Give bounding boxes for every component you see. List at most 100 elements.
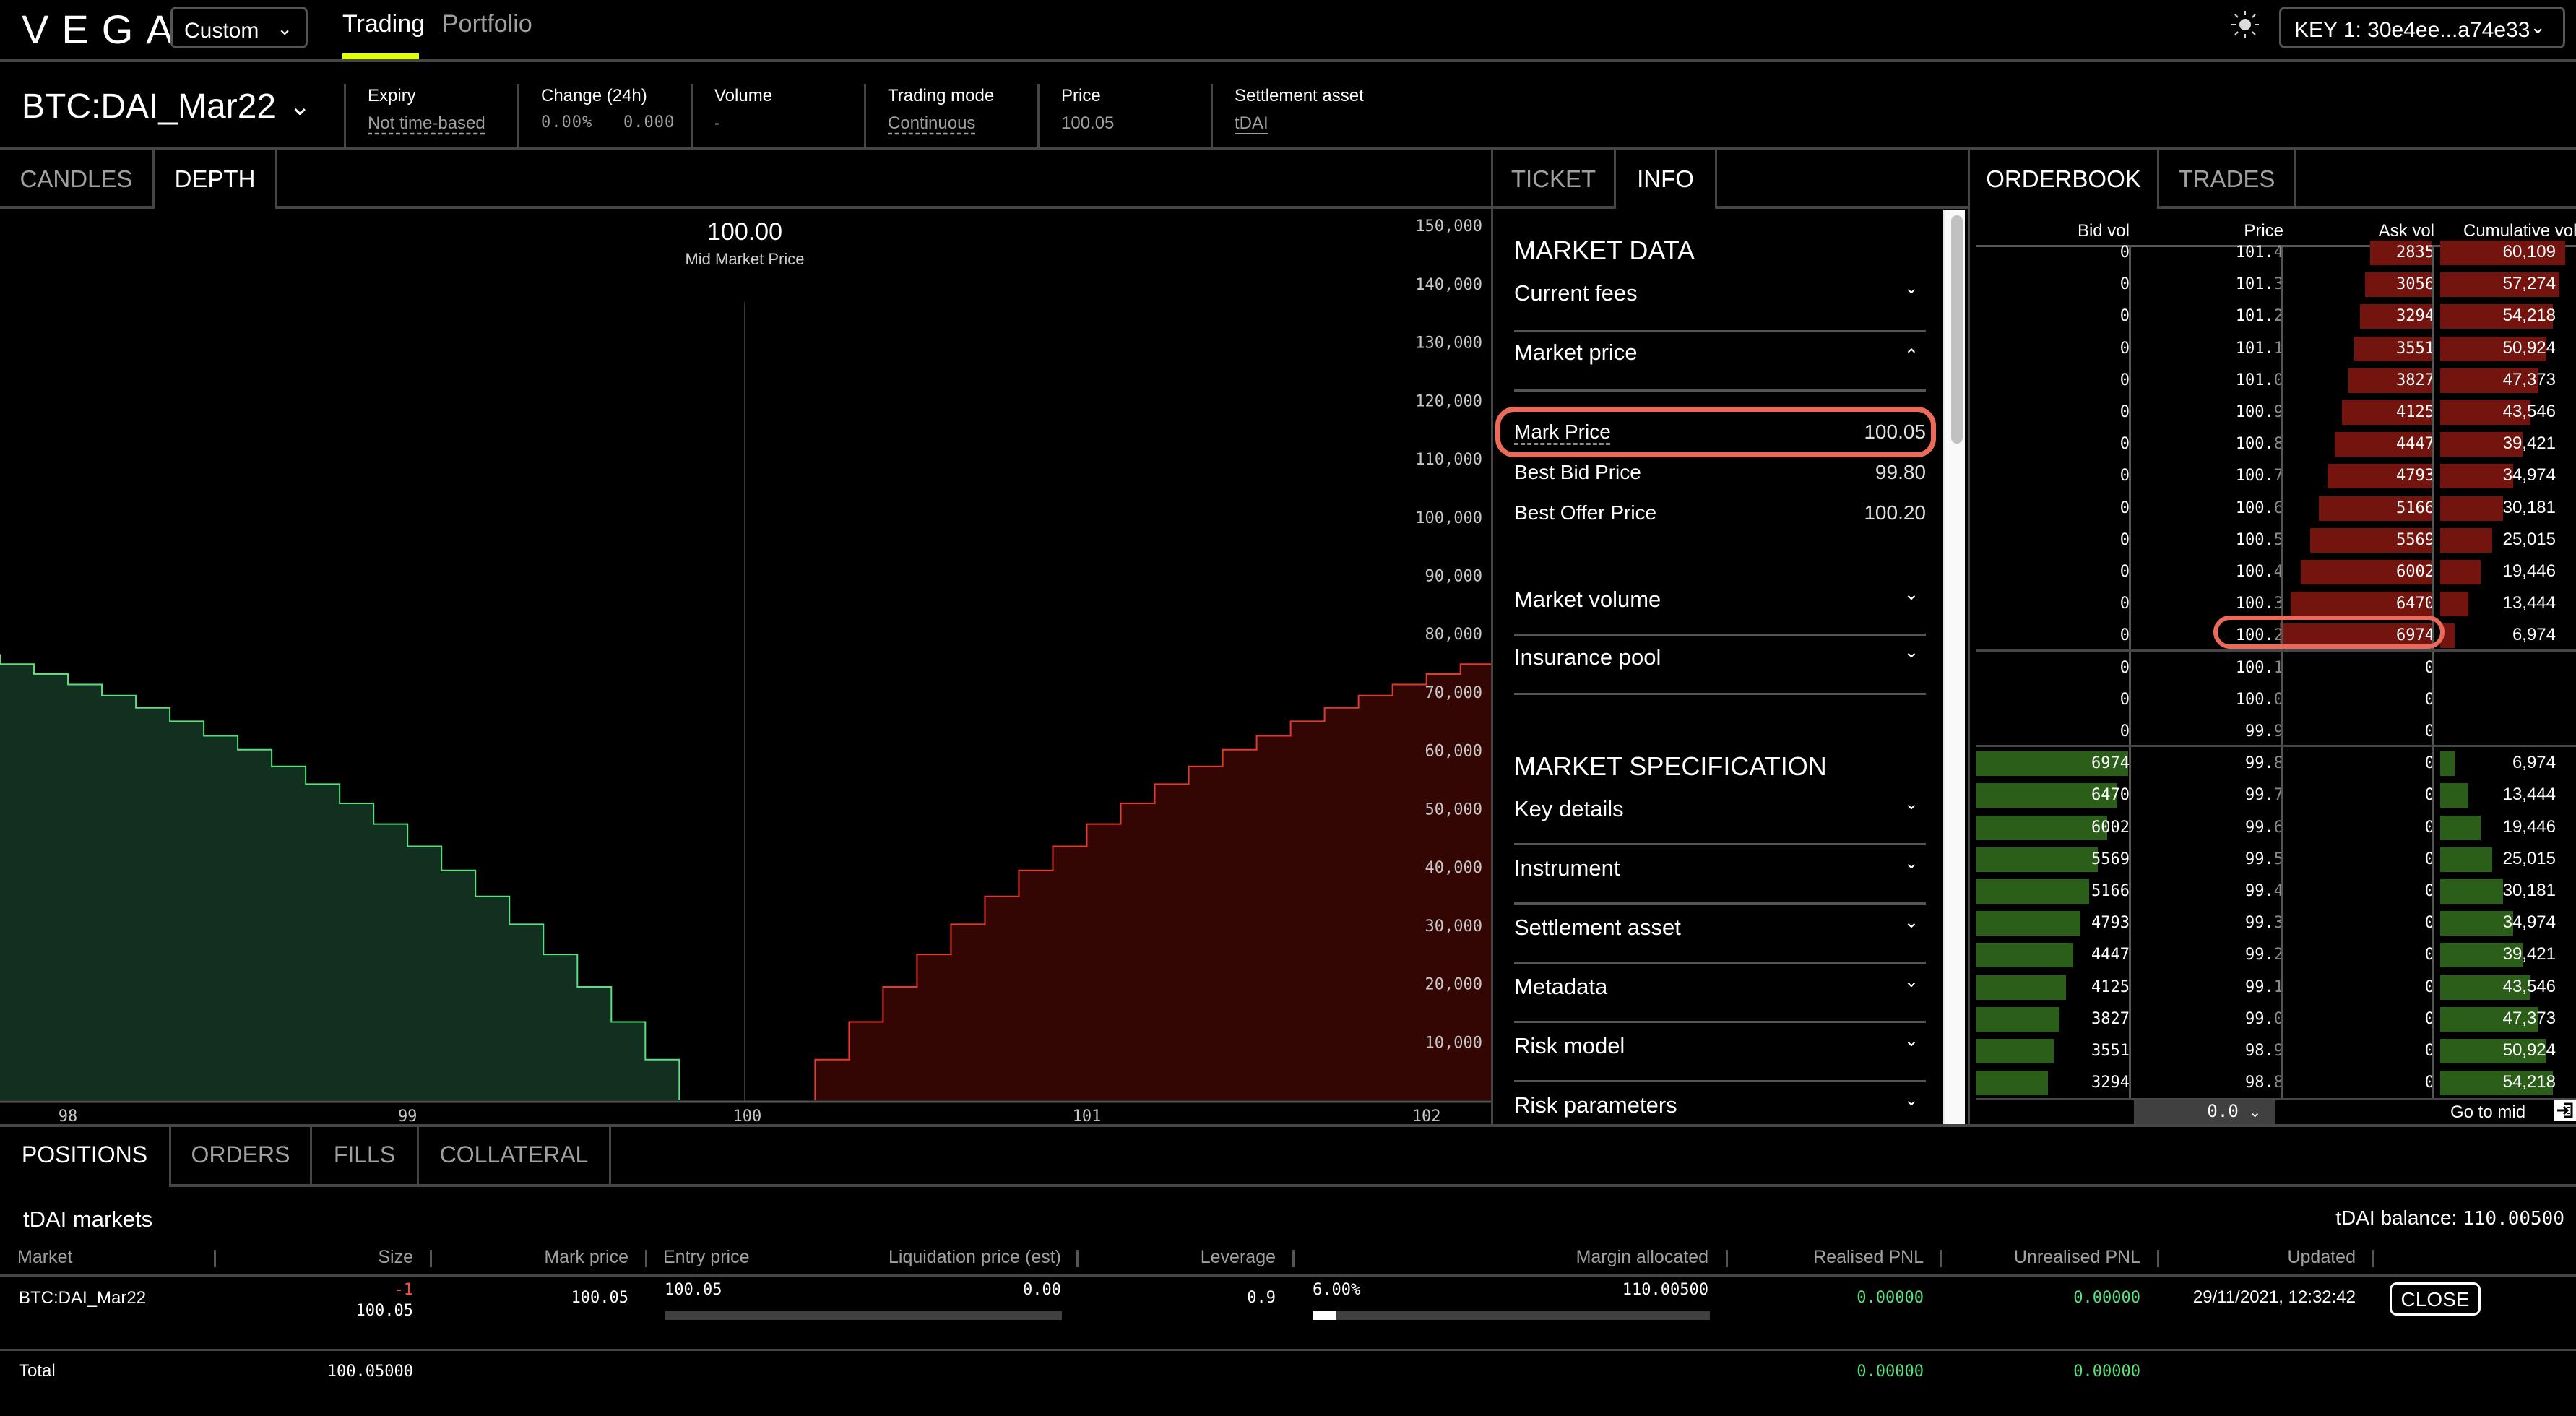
col-header-updated[interactable]: Updated [2287, 1247, 2356, 1268]
col-header-unrealised-pnl[interactable]: Unrealised PNL [2014, 1247, 2140, 1268]
tab-collateral[interactable]: COLLATERAL [419, 1127, 611, 1186]
tab-orderbook[interactable]: ORDERBOOK [1970, 150, 2159, 209]
tab-trades[interactable]: TRADES [2159, 150, 2296, 209]
column-resize-handle[interactable] [430, 1250, 432, 1267]
orderbook-row[interactable]: 0 100.5 5569 25,015 [1976, 527, 2576, 558]
orderbook-row[interactable]: 0 100.7 4793 34,974 [1976, 462, 2576, 494]
tab-orders[interactable]: ORDERS [169, 1127, 312, 1186]
ask-volume: 4447 [2396, 435, 2434, 454]
stat-value[interactable]: Continuous [888, 113, 1037, 134]
orderbook-row[interactable]: 0 100.6 5166 30,181 [1976, 495, 2576, 527]
accordion-settlement-asset[interactable]: Settlement asset ⌄ [1514, 905, 1926, 964]
info-scrollbar[interactable] [1943, 210, 1965, 1124]
column-resize-handle[interactable] [1292, 1250, 1295, 1267]
orderbook-row[interactable]: 0 101.0 3827 47,373 [1976, 367, 2576, 399]
y-tick-label: 50,000 [1425, 800, 1482, 819]
column-resize-handle[interactable] [214, 1250, 216, 1267]
nav-link-trading[interactable]: Trading [342, 10, 425, 38]
network-select[interactable]: Custom ⌄ [170, 7, 308, 48]
orderbook-row[interactable]: 0 100.0 0 [1976, 686, 2576, 718]
column-resize-handle[interactable] [2157, 1250, 2159, 1267]
accordion-instrument[interactable]: Instrument ⌄ [1514, 845, 1926, 905]
accordion-current-fees[interactable]: Current fees ⌄ [1514, 273, 1926, 332]
price-level: 99.5 [2245, 850, 2283, 868]
column-resize-handle[interactable] [1076, 1250, 1079, 1267]
orderbook-row[interactable]: 5166 99.4 0 30,181 [1976, 878, 2576, 910]
accordion-risk-parameters[interactable]: Risk parameters ⌄ [1514, 1082, 1926, 1124]
tab-fills[interactable]: FILLS [312, 1127, 419, 1186]
column-resize-handle[interactable] [645, 1250, 647, 1267]
col-header-liquidation-price[interactable]: Liquidation price (est) [889, 1247, 1061, 1268]
tab-candles[interactable]: CANDLES [0, 150, 155, 209]
orderbook-row[interactable]: 6974 99.8 0 6,974 [1976, 750, 2576, 782]
column-resize-handle[interactable] [1940, 1250, 1942, 1267]
ask-volume: 3827 [2396, 371, 2434, 389]
orderbook-row[interactable]: 0 101.4 2835 60,109 [1976, 239, 2576, 271]
orderbook-row[interactable]: 4447 99.2 0 39,421 [1976, 941, 2576, 973]
cumulative-volume: 43,546 [2502, 402, 2556, 421]
cumulative-volume: 19,446 [2502, 816, 2556, 837]
col-header-entry-price[interactable]: Entry price [663, 1247, 749, 1268]
column-resize-handle[interactable] [2372, 1250, 2374, 1267]
accordion-market-volume[interactable]: Market volume ⌄ [1514, 577, 1926, 636]
stat-value[interactable]: tDAI [1235, 113, 1427, 134]
total-realised-pnl: 0.00000 [1857, 1363, 1924, 1381]
orderbook-row[interactable]: 0 101.3 3056 57,274 [1976, 271, 2576, 303]
chevron-down-icon: ⌄ [2530, 16, 2546, 38]
go-to-mid-icon[interactable] [2554, 1100, 2576, 1121]
sun-icon[interactable] [2231, 10, 2260, 39]
tab-positions[interactable]: POSITIONS [0, 1127, 169, 1186]
orderbook-row[interactable]: 0 100.4 6002 19,446 [1976, 558, 2576, 590]
go-to-mid-button[interactable]: Go to mid [2450, 1102, 2525, 1123]
orderbook-row[interactable]: 3827 99.0 0 47,373 [1976, 1006, 2576, 1037]
orderbook-row[interactable]: 6470 99.7 0 13,444 [1976, 782, 2576, 813]
vega-logo: VEGA [22, 7, 186, 52]
accordion-market-price[interactable]: Market price ⌃ [1514, 332, 1926, 392]
resolution-select[interactable]: 0.0 ⌄ [2134, 1100, 2275, 1124]
chevron-down-icon: ⌄ [1903, 1090, 1919, 1110]
accordion-label: Metadata [1514, 974, 1608, 999]
col-header-leverage[interactable]: Leverage [1201, 1247, 1276, 1268]
accordion-metadata[interactable]: Metadata ⌄ [1514, 964, 1926, 1023]
stat-value[interactable]: Not time-based [368, 113, 517, 134]
tab-ticket[interactable]: TICKET [1493, 150, 1616, 209]
orderbook-row[interactable]: 3294 98.8 0 54,218 [1976, 1069, 2576, 1101]
stat-label: Price [1061, 86, 1101, 105]
col-header-margin-allocated[interactable]: Margin allocated [1576, 1247, 1708, 1268]
orderbook-row[interactable]: 0 100.1 0 [1976, 655, 2576, 686]
market-selector[interactable]: BTC:DAI_Mar22 ⌄ [22, 87, 311, 126]
orderbook-row[interactable]: 4793 99.3 0 34,974 [1976, 910, 2576, 941]
orderbook-row[interactable]: 6002 99.6 0 19,446 [1976, 814, 2576, 846]
accordion-key-details[interactable]: Key details ⌄ [1514, 786, 1926, 845]
orderbook-row[interactable]: 4125 99.1 0 43,546 [1976, 974, 2576, 1006]
accordion-insurance-pool[interactable]: Insurance pool ⌄ [1514, 636, 1926, 695]
price-level: 99.6 [2245, 818, 2283, 837]
col-header-realised-pnl[interactable]: Realised PNL [1813, 1247, 1924, 1268]
orderbook-row[interactable]: 0 100.9 4125 43,546 [1976, 399, 2576, 431]
highlight-annotation [1495, 407, 1936, 457]
depth-chart[interactable]: 100.00 Mid Market Price 98 99 100 101 102 10… [0, 208, 1491, 1124]
col-header-mark-price[interactable]: Mark price [544, 1247, 628, 1268]
key-selector[interactable]: KEY 1: 30e4ee...a74e33 ⌄ [2279, 7, 2565, 48]
price-level: 99.2 [2245, 946, 2283, 964]
tab-info[interactable]: INFO [1616, 150, 1717, 209]
accordion-risk-model[interactable]: Risk model ⌄ [1514, 1023, 1926, 1082]
orderbook-row[interactable]: 0 100.8 4447 39,421 [1976, 431, 2576, 462]
orderbook-row[interactable]: 5569 99.5 0 25,015 [1976, 846, 2576, 878]
close-position-button[interactable]: CLOSE [2390, 1282, 2481, 1316]
bid-volume: 4125 [2091, 977, 2130, 996]
accordion-label: Insurance pool [1514, 644, 1661, 670]
tab-depth[interactable]: DEPTH [155, 150, 277, 209]
orderbook-row[interactable]: 0 101.2 3294 54,218 [1976, 303, 2576, 334]
nav-link-portfolio[interactable]: Portfolio [442, 10, 532, 38]
bid-volume-bar [1976, 1039, 2054, 1063]
col-header-size[interactable]: Size [378, 1247, 413, 1268]
best-offer-label: Best Offer Price [1514, 501, 1657, 524]
column-resize-handle[interactable] [1726, 1250, 1728, 1267]
bid-volume-bar [1976, 847, 2098, 872]
y-tick-label: 40,000 [1425, 859, 1482, 877]
orderbook-row[interactable]: 0 101.1 3551 50,924 [1976, 335, 2576, 367]
scrollbar-thumb[interactable] [1951, 215, 1963, 444]
col-header-market[interactable]: Market [17, 1247, 72, 1268]
orderbook-row[interactable]: 3551 98.9 0 50,924 [1976, 1037, 2576, 1069]
